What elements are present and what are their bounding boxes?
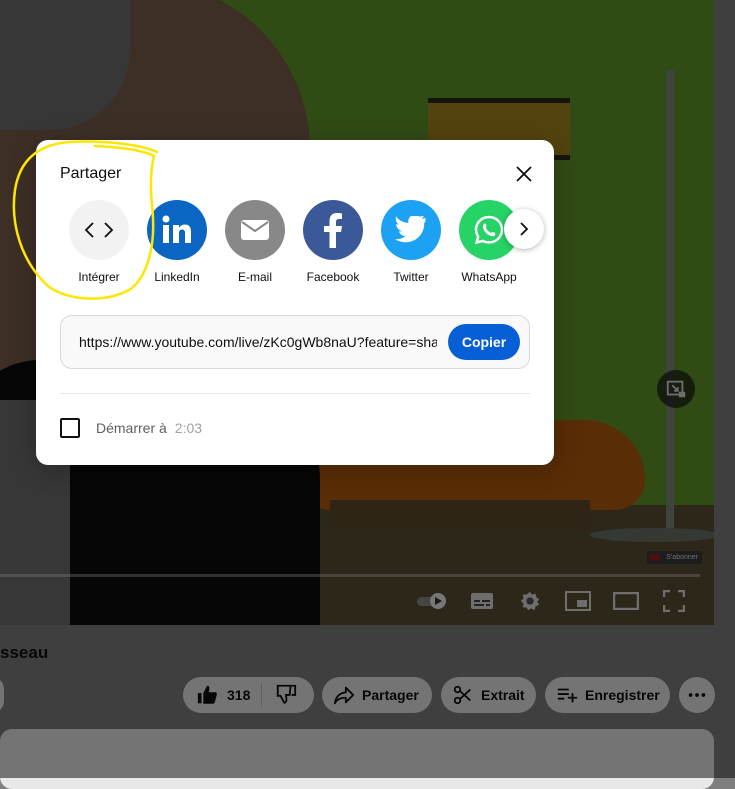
chevron-right-icon (520, 222, 529, 236)
copy-button[interactable]: Copier (448, 324, 520, 360)
embed-code-icon (69, 200, 129, 260)
share-url-field[interactable]: https://www.youtube.com/live/zKc0gWb8naU… (79, 334, 437, 350)
share-target-embed[interactable]: Intégrer (60, 200, 138, 284)
start-at-time[interactable]: 2:03 (175, 420, 202, 436)
close-button[interactable] (510, 160, 538, 188)
share-target-twitter[interactable]: Twitter (372, 200, 450, 284)
share-targets-next-button[interactable] (504, 209, 544, 249)
share-target-linkedin[interactable]: LinkedIn (138, 200, 216, 284)
facebook-icon (303, 200, 363, 260)
start-at-row: Démarrer à 2:03 (60, 418, 202, 438)
close-icon (516, 166, 532, 182)
share-dialog: Partager Intégrer LinkedIn E-mail Facebo… (36, 140, 554, 465)
share-url-box: https://www.youtube.com/live/zKc0gWb8naU… (60, 315, 530, 369)
start-at-label: Démarrer à (96, 420, 167, 436)
dialog-divider (60, 393, 530, 394)
share-target-email[interactable]: E-mail (216, 200, 294, 284)
linkedin-icon (147, 200, 207, 260)
share-targets: Intégrer LinkedIn E-mail Facebook Twitte… (60, 200, 530, 290)
share-target-facebook[interactable]: Facebook (294, 200, 372, 284)
share-dialog-title: Partager (60, 165, 122, 182)
start-at-checkbox[interactable] (60, 418, 80, 438)
twitter-icon (381, 200, 441, 260)
email-icon (225, 200, 285, 260)
